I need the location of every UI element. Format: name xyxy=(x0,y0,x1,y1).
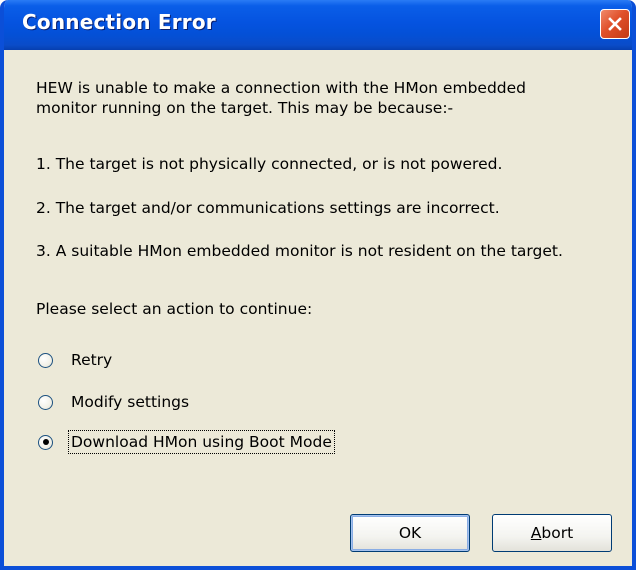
close-button[interactable] xyxy=(600,9,630,39)
ok-button[interactable]: OK xyxy=(350,514,470,552)
action-prompt: Please select an action to continue: xyxy=(36,300,313,318)
option-modify-settings[interactable]: Modify settings xyxy=(38,390,189,414)
option-modify-settings-label[interactable]: Modify settings xyxy=(71,393,189,411)
abort-label-rest: bort xyxy=(541,524,574,542)
close-icon xyxy=(607,16,623,32)
dialog-title: Connection Error xyxy=(22,10,216,34)
option-download-hmon-label[interactable]: Download HMon using Boot Mode xyxy=(68,430,335,454)
radio-modify-settings[interactable] xyxy=(38,394,53,410)
radio-download-hmon[interactable] xyxy=(38,434,53,450)
option-retry[interactable]: Retry xyxy=(38,348,112,372)
reason-2: 2. The target and/or communications sett… xyxy=(36,199,500,217)
option-download-hmon[interactable]: Download HMon using Boot Mode xyxy=(38,430,335,454)
abort-button[interactable]: Abort xyxy=(492,514,612,552)
reason-1: 1. The target is not physically connecte… xyxy=(36,155,503,173)
message-intro-line1: HEW is unable to make a connection with … xyxy=(36,79,526,97)
title-bar[interactable]: Connection Error xyxy=(4,0,632,50)
dialog-window: Connection Error HEW is unable to make a… xyxy=(0,0,636,570)
radio-retry[interactable] xyxy=(38,352,53,368)
message-intro-line2: monitor running on the target. This may … xyxy=(36,99,454,117)
reason-3: 3. A suitable HMon embedded monitor is n… xyxy=(36,242,563,260)
dialog-body: HEW is unable to make a connection with … xyxy=(4,50,632,566)
option-retry-label[interactable]: Retry xyxy=(71,351,112,369)
abort-mnemonic: A xyxy=(530,524,542,542)
